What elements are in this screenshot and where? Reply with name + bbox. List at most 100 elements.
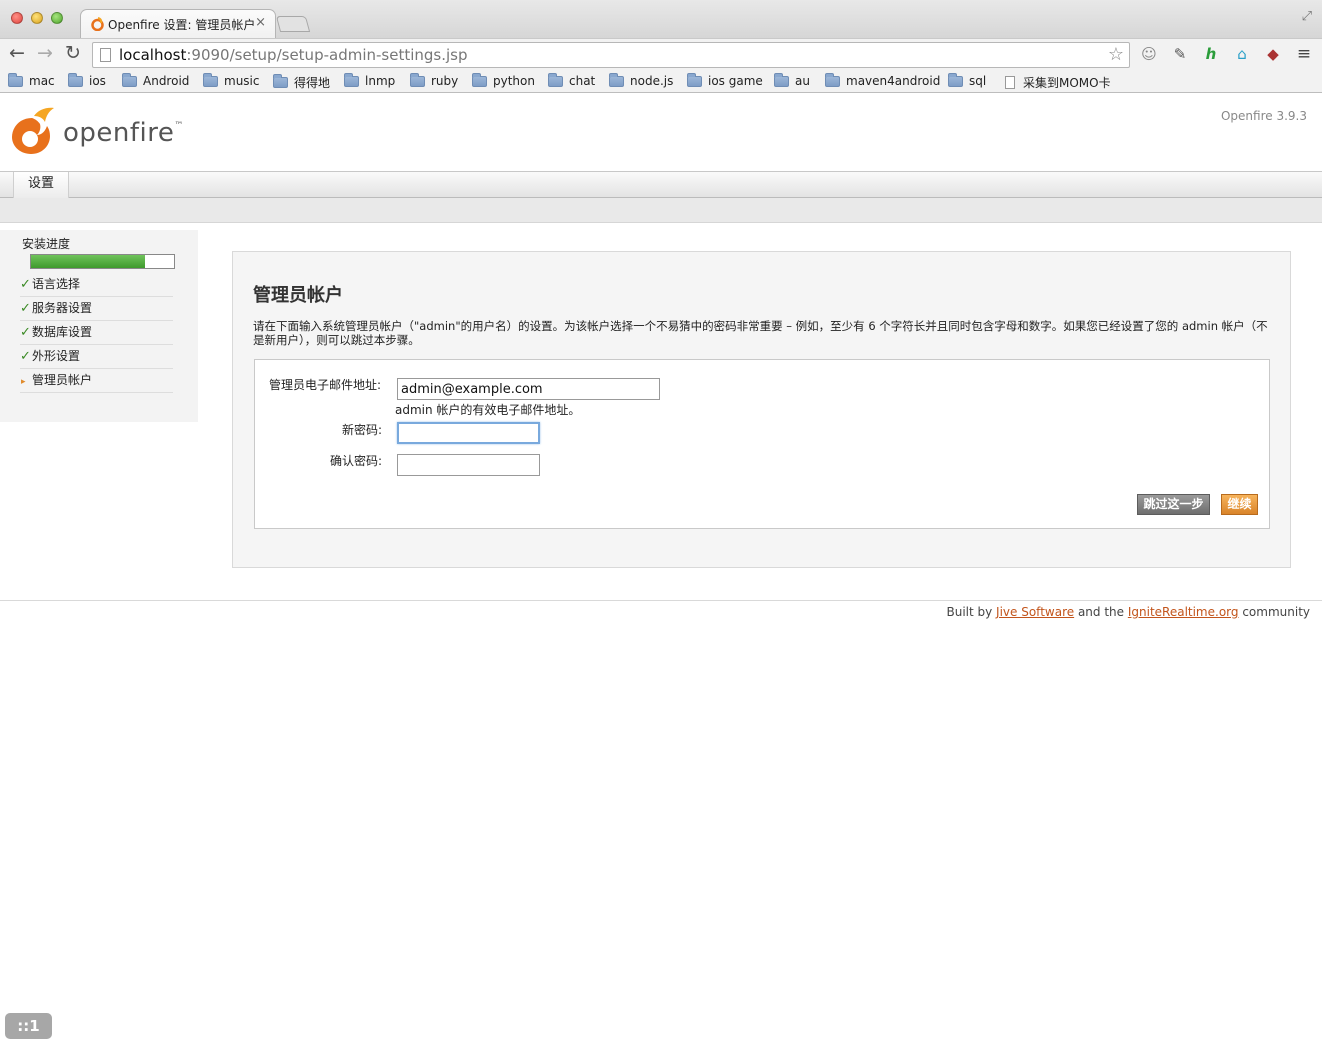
sidebar-step-3: ✓数据库设置	[20, 321, 173, 345]
folder-icon	[410, 72, 425, 87]
back-arrow-icon[interactable]: ←	[6, 42, 28, 64]
page-header: openfire™ Openfire 3.9.3	[0, 94, 1322, 172]
folder-icon	[948, 72, 963, 87]
page-title: 管理员帐户	[253, 285, 343, 306]
email-field[interactable]	[397, 378, 660, 400]
browser-toolbar: ← → ↻ localhost:9090/setup/setup-admin-s…	[0, 38, 1322, 70]
bookmark-13[interactable]: sql	[948, 72, 987, 88]
jive-software-link[interactable]: Jive Software	[996, 605, 1074, 619]
bookmark-5[interactable]: lnmp	[344, 72, 396, 88]
folder-icon	[548, 72, 563, 87]
step-label: 服务器设置	[32, 301, 93, 315]
tab-close-icon[interactable]: ×	[255, 15, 266, 30]
step-label: 外形设置	[32, 349, 81, 363]
extension-android-icon[interactable]: ⌂	[1232, 44, 1252, 64]
version-label: Openfire 3.9.3	[1220, 109, 1307, 123]
checkmark-icon: ✓	[20, 277, 31, 292]
bookmark-11[interactable]: au	[774, 72, 810, 88]
sidebar-title: 安装进度	[22, 237, 71, 251]
page-icon	[1005, 76, 1015, 89]
checkmark-icon: ✓	[20, 349, 31, 364]
bookmark-label: sql	[969, 74, 987, 88]
bookmark-10[interactable]: ios game	[687, 72, 763, 88]
bookmark-label: chat	[569, 74, 596, 88]
bookmark-label: au	[795, 74, 810, 88]
bookmark-label: ruby	[431, 74, 459, 88]
new-password-field[interactable]	[397, 422, 540, 444]
setup-progress-sidebar: 安装进度 ✓语言选择 ✓服务器设置 ✓数据库设置 ✓外形设置 ▸ 管理员帐户	[0, 230, 198, 422]
setup-progress-bar	[30, 254, 175, 269]
current-step-arrow-icon: ▸	[21, 377, 26, 387]
bookmark-label: lnmp	[365, 74, 396, 88]
tab-settings[interactable]: 设置	[13, 172, 70, 198]
bookmark-label: music	[224, 74, 260, 88]
forward-arrow-icon[interactable]: →	[34, 42, 56, 64]
bookmark-label: Android	[143, 74, 190, 88]
admin-account-panel: 管理员帐户 请在下面输入系统管理员帐户（"admin"的用户名）的设置。为该帐户…	[232, 251, 1291, 568]
continue-button[interactable]: 继续	[1221, 494, 1258, 515]
bookmark-label: maven4android	[846, 74, 941, 88]
progress-fill	[31, 255, 146, 268]
bookmark-9[interactable]: node.js	[609, 72, 673, 88]
confirm-password-field[interactable]	[397, 454, 540, 476]
zoom-window-button[interactable]	[51, 12, 63, 24]
extension-wrench-icon[interactable]: ✎	[1170, 44, 1190, 64]
bookmark-label: ios	[89, 74, 106, 88]
folder-icon	[8, 72, 23, 87]
sub-nav-bar	[0, 198, 1322, 223]
address-bar[interactable]: localhost:9090/setup/setup-admin-setting…	[92, 42, 1130, 68]
bookmark-12[interactable]: maven4android	[825, 72, 941, 88]
folder-icon	[472, 72, 487, 87]
bookmarks-bar: mac ios Android music 得得地 lnmp ruby python chat n…	[0, 70, 1322, 93]
minimize-window-button[interactable]	[31, 12, 43, 24]
bookmark-0[interactable]: mac	[8, 72, 55, 88]
igniterealtime-link[interactable]: IgniteRealtime.org	[1128, 605, 1239, 619]
bookmark-6[interactable]: ruby	[410, 72, 459, 88]
checkmark-icon: ✓	[20, 301, 31, 316]
folder-icon	[68, 72, 83, 87]
star-icon[interactable]: ☆	[1108, 44, 1124, 65]
bookmark-label: mac	[29, 74, 55, 88]
extension-diamond-icon[interactable]: ◆	[1263, 44, 1283, 64]
skip-button[interactable]: 跳过这一步	[1137, 494, 1210, 515]
extension-ghost-icon[interactable]: ☺	[1139, 44, 1159, 64]
page-description: 请在下面输入系统管理员帐户（"admin"的用户名）的设置。为该帐户选择一个不易…	[253, 319, 1268, 347]
bookmark-label: python	[493, 74, 535, 88]
bookmark-8[interactable]: chat	[548, 72, 596, 88]
browser-tab[interactable]: Openfire 设置: 管理员帐户 ×	[80, 9, 276, 38]
reload-icon[interactable]: ↻	[62, 42, 84, 64]
folder-icon	[609, 72, 624, 87]
fullscreen-icon[interactable]: ⤢	[1302, 9, 1312, 24]
bookmark-label: ios game	[708, 74, 763, 88]
folder-icon	[122, 72, 137, 87]
confirm-password-label: 确认密码:	[329, 454, 382, 468]
footer-text: Built by Jive Software and the IgniteRea…	[946, 605, 1310, 619]
extension-h-icon[interactable]: h	[1201, 44, 1221, 64]
folder-icon	[203, 72, 218, 87]
bookmark-1[interactable]: ios	[68, 72, 106, 88]
sidebar-step-1: ✓语言选择	[20, 273, 173, 297]
menu-icon[interactable]: ≡	[1294, 44, 1314, 64]
folder-icon	[825, 72, 840, 87]
bookmark-2[interactable]: Android	[122, 72, 190, 88]
bookmark-7[interactable]: python	[472, 72, 535, 88]
openfire-logo-text: openfire™	[63, 118, 184, 148]
bookmark-14[interactable]: 采集到MOMO卡	[1005, 74, 1111, 91]
sidebar-step-4: ✓外形设置	[20, 345, 173, 369]
sidebar-step-2: ✓服务器设置	[20, 297, 173, 321]
step-label: 管理员帐户	[32, 373, 93, 387]
step-label: 语言选择	[32, 277, 81, 291]
folder-icon	[774, 72, 789, 87]
email-hint: admin 帐户的有效电子邮件地址。	[395, 403, 581, 417]
bookmark-3[interactable]: music	[203, 72, 260, 88]
admin-form: 管理员电子邮件地址: admin 帐户的有效电子邮件地址。 新密码: 确认密码:…	[254, 359, 1270, 529]
bookmark-4[interactable]: 得得地	[273, 74, 330, 91]
status-badge[interactable]: ::1	[5, 1013, 52, 1039]
openfire-favicon-icon	[91, 17, 104, 31]
new-tab-button[interactable]	[275, 16, 311, 32]
tab-title: Openfire 设置: 管理员帐户	[108, 18, 256, 32]
close-window-button[interactable]	[11, 12, 23, 24]
folder-icon	[344, 72, 359, 87]
email-label: 管理员电子邮件地址:	[268, 378, 381, 392]
url-text[interactable]: localhost:9090/setup/setup-admin-setting…	[119, 46, 468, 64]
